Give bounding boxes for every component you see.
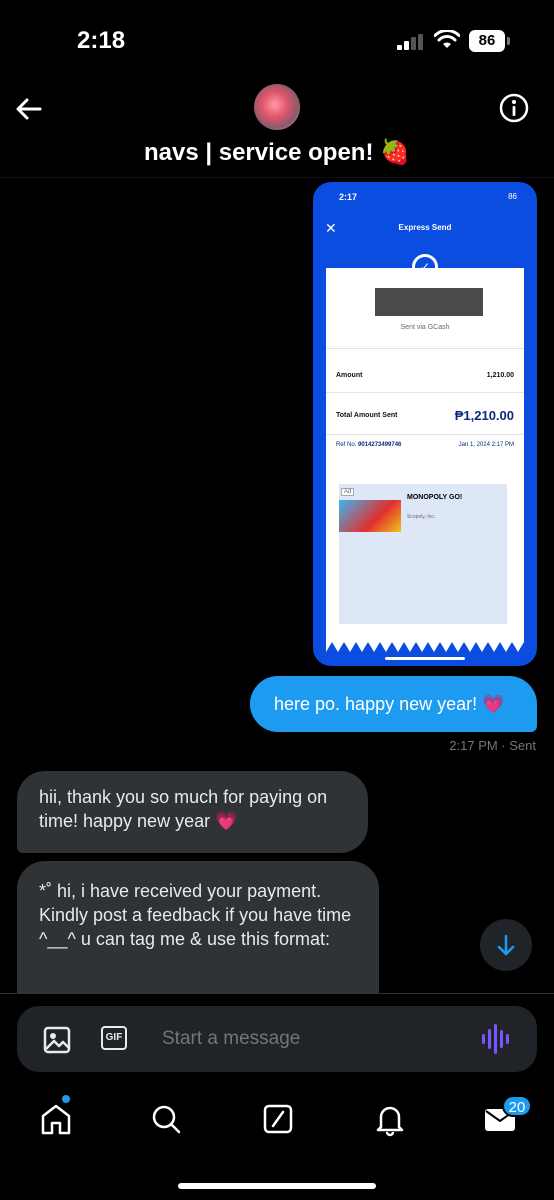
receipt-card: Sent via GCash Amount 1,210.00 Total Amo…	[326, 268, 524, 652]
ad-subtitle: Scopely, Inc.	[407, 514, 436, 520]
messages-unread-badge: 20	[502, 1095, 532, 1117]
incoming-message[interactable]: hii, thank you so much for paying on tim…	[17, 771, 368, 853]
redacted-recipient	[375, 288, 483, 316]
cellular-signal-icon	[397, 34, 423, 50]
message-composer: GIF	[17, 1006, 537, 1072]
receipt-divider	[326, 434, 524, 435]
receipt-zigzag-edge	[326, 642, 524, 652]
attached-image[interactable]: 2:17 86 ✕ Express Send ✓ Sent via GCash …	[313, 182, 537, 666]
total-value: ₱1,210.00	[454, 408, 514, 423]
status-bar: 2:18 86	[0, 0, 554, 80]
wifi-icon	[434, 30, 460, 48]
receipt-divider	[326, 348, 524, 349]
sent-via-label: Sent via GCash	[400, 324, 450, 331]
composer-bar: GIF	[0, 993, 554, 1079]
ref-date: Jan 1, 2024 2:17 PM	[458, 442, 514, 448]
home-indicator	[178, 1183, 376, 1189]
ref-label: Ref No.	[336, 442, 357, 448]
image-status-battery: 86	[508, 192, 517, 201]
amount-label: Amount	[336, 372, 363, 379]
battery-icon: 86	[469, 30, 505, 52]
receipt-divider	[326, 392, 524, 393]
image-home-indicator	[385, 657, 465, 660]
back-arrow-icon[interactable]	[12, 92, 46, 126]
ad-tag: Ad	[341, 488, 355, 496]
ref-number: 9014273499746	[358, 442, 402, 448]
home-icon[interactable]	[36, 1099, 76, 1139]
contact-avatar[interactable]	[254, 84, 300, 130]
info-icon[interactable]	[498, 92, 530, 124]
voice-message-icon[interactable]	[481, 1024, 513, 1054]
gif-button[interactable]: GIF	[101, 1026, 127, 1050]
status-time: 2:18	[77, 27, 126, 54]
incoming-message[interactable]: *˚ hi, i have received your payment. Kin…	[17, 861, 379, 993]
battery-cap	[507, 37, 510, 45]
message-thread[interactable]: 2:17 86 ✕ Express Send ✓ Sent via GCash …	[0, 178, 554, 993]
image-icon[interactable]	[42, 1025, 72, 1055]
home-notification-dot	[62, 1095, 70, 1103]
message-timestamp: 2:17 PM · Sent	[449, 738, 536, 753]
image-status-time: 2:17	[339, 192, 358, 202]
scroll-to-bottom-button[interactable]	[480, 919, 532, 971]
grok-icon[interactable]	[258, 1099, 298, 1139]
conversation-header: navs | service open! 🍓	[0, 80, 554, 178]
ref-row: Ref No. 9014273499746 Jan 1, 2024 2:17 P…	[336, 442, 514, 448]
total-row: Total Amount Sent ₱1,210.00	[336, 408, 514, 423]
total-label: Total Amount Sent	[336, 412, 398, 419]
outgoing-message[interactable]: here po. happy new year! 💗	[250, 676, 537, 732]
search-icon[interactable]	[146, 1099, 186, 1139]
bell-icon[interactable]	[370, 1099, 410, 1139]
ad-block: Ad MONOPOLY GO! Scopely, Inc.	[339, 484, 507, 624]
amount-row: Amount 1,210.00	[336, 372, 514, 379]
amount-value: 1,210.00	[486, 372, 514, 379]
contact-name[interactable]: navs | service open! 🍓	[0, 138, 554, 167]
message-input[interactable]	[162, 1022, 462, 1056]
ad-title: MONOPOLY GO!	[407, 494, 463, 501]
image-title: Express Send	[398, 223, 452, 232]
arrow-down-icon	[497, 934, 515, 956]
ad-image	[339, 500, 401, 532]
bottom-tab-bar: 20	[0, 1079, 554, 1200]
